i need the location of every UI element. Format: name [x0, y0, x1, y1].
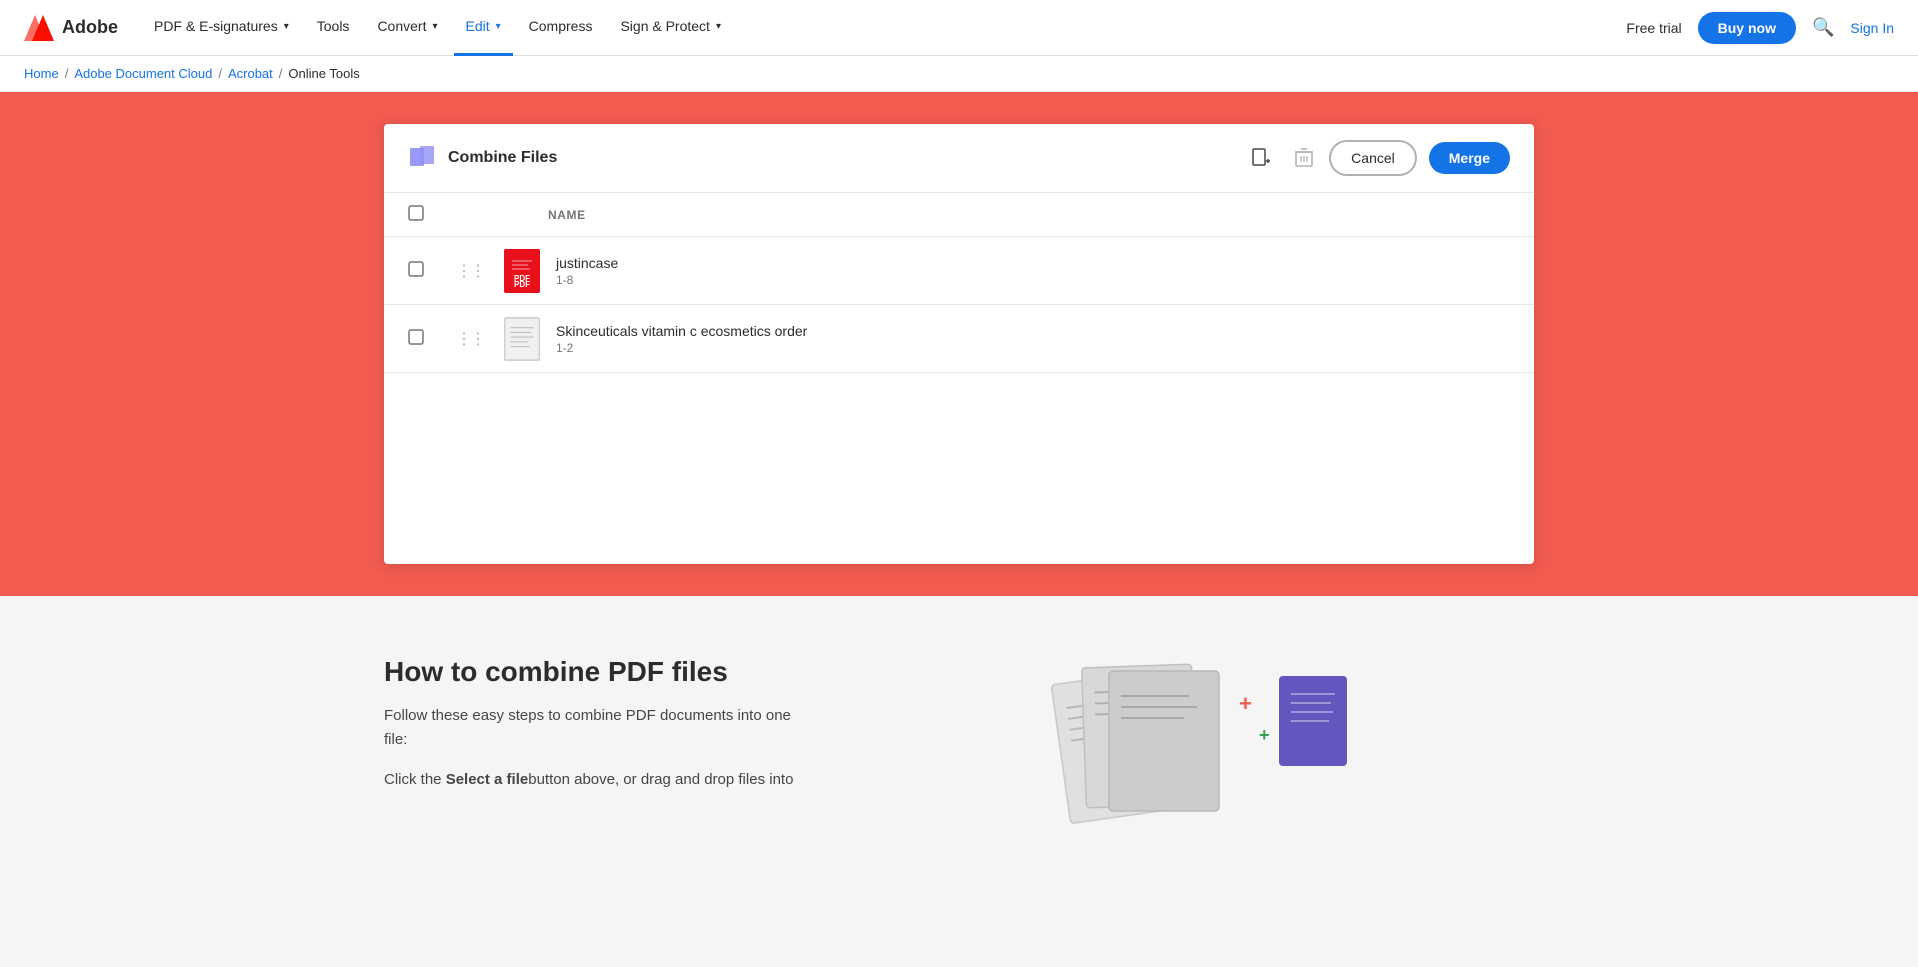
pdf-thumbnail-svg: PDF: [504, 249, 540, 293]
svg-text:PDF: PDF: [514, 274, 530, 283]
delete-button[interactable]: [1291, 144, 1317, 172]
hero-section: Combine Files: [0, 92, 1918, 596]
generic-thumbnail-svg: [505, 317, 539, 361]
file-checkbox-1[interactable]: [408, 261, 440, 280]
file-thumbnail-1: PDF: [504, 249, 540, 293]
file-thumbnail-2: [504, 317, 540, 361]
adobe-wordmark: Adobe: [62, 17, 118, 38]
chevron-icon: ▾: [716, 21, 721, 32]
panel-title: Combine Files: [448, 149, 1235, 167]
breadcrumb-sep-3: /: [279, 66, 283, 81]
drag-handle-icon[interactable]: ⋮⋮: [456, 329, 484, 349]
cancel-button[interactable]: Cancel: [1329, 140, 1417, 176]
file-list-header: NAME: [384, 193, 1534, 237]
breadcrumb-adobe-doc-cloud[interactable]: Adobe Document Cloud: [74, 66, 212, 81]
chevron-icon: ▾: [284, 21, 289, 32]
nav-items: PDF & E-signatures ▾ Tools Convert ▾ Edi…: [142, 0, 1626, 56]
checkbox-icon: [408, 205, 424, 221]
trash-icon: [1295, 148, 1313, 168]
panel-actions-right: Cancel Merge: [1329, 140, 1510, 176]
chevron-icon: ▾: [432, 21, 437, 32]
file-pages-2: 1-2: [556, 341, 1510, 355]
how-to-section: How to combine PDF files Follow these ea…: [384, 656, 1534, 836]
table-row: ⋮⋮ Skinceuticals vitamin c ecosmetics or…: [384, 305, 1534, 373]
nav-item-tools[interactable]: Tools: [305, 0, 362, 56]
nav-item-sign-protect[interactable]: Sign & Protect ▾: [608, 0, 733, 56]
nav-item-convert[interactable]: Convert ▾: [365, 0, 449, 56]
breadcrumb-acrobat[interactable]: Acrobat: [228, 66, 273, 81]
lower-section: How to combine PDF files Follow these ea…: [0, 596, 1918, 876]
breadcrumb-current: Online Tools: [288, 66, 359, 81]
panel-header-actions: [1247, 144, 1317, 172]
how-to-text: How to combine PDF files Follow these ea…: [384, 656, 804, 792]
panel-header: Combine Files: [384, 124, 1534, 193]
how-to-step1: Click the Select a filebutton above, or …: [384, 768, 804, 792]
file-info-1: justincase 1-8: [556, 255, 1510, 287]
adobe-logo[interactable]: Adobe: [24, 15, 118, 41]
nav-item-compress[interactable]: Compress: [517, 0, 605, 56]
adobe-logo-icon: [24, 15, 54, 41]
file-info-2: Skinceuticals vitamin c ecosmetics order…: [556, 323, 1510, 355]
combine-files-icon: [408, 144, 436, 172]
search-icon[interactable]: 🔍: [1812, 17, 1834, 38]
free-trial-link[interactable]: Free trial: [1626, 20, 1681, 36]
checkbox-icon: [408, 261, 424, 277]
file-list: ⋮⋮ PDF justincase 1-8: [384, 237, 1534, 564]
table-row: ⋮⋮ PDF justincase 1-8: [384, 237, 1534, 305]
buy-now-button[interactable]: Buy now: [1698, 12, 1796, 44]
breadcrumb-home[interactable]: Home: [24, 66, 59, 81]
svg-text:+: +: [1259, 725, 1270, 745]
svg-text:+: +: [1239, 691, 1252, 716]
combine-panel: Combine Files: [384, 124, 1534, 564]
drag-handle-icon[interactable]: ⋮⋮: [456, 261, 484, 281]
how-to-graphic: + +: [864, 656, 1534, 836]
chevron-icon: ▾: [496, 21, 501, 32]
checkbox-icon: [408, 329, 424, 345]
file-name-1: justincase: [556, 255, 1510, 271]
combine-graphic: + +: [1039, 656, 1359, 836]
breadcrumb-sep-2: /: [218, 66, 222, 81]
file-checkbox-2[interactable]: [408, 329, 440, 348]
merge-button[interactable]: Merge: [1429, 142, 1510, 174]
nav-right: Free trial Buy now 🔍 Sign In: [1626, 12, 1894, 44]
select-all-checkbox[interactable]: [408, 205, 440, 224]
add-file-icon: [1251, 148, 1271, 168]
column-name-header: NAME: [548, 208, 586, 222]
sign-in-link[interactable]: Sign In: [1850, 20, 1894, 36]
breadcrumb: Home / Adobe Document Cloud / Acrobat / …: [0, 56, 1918, 92]
navbar: Adobe PDF & E-signatures ▾ Tools Convert…: [0, 0, 1918, 56]
add-file-button[interactable]: [1247, 144, 1275, 172]
nav-item-pdf-esig[interactable]: PDF & E-signatures ▾: [142, 0, 301, 56]
file-name-2: Skinceuticals vitamin c ecosmetics order: [556, 323, 1510, 339]
how-to-title: How to combine PDF files: [384, 656, 804, 688]
breadcrumb-sep-1: /: [65, 66, 69, 81]
nav-item-edit[interactable]: Edit ▾: [454, 0, 513, 56]
file-pages-1: 1-8: [556, 273, 1510, 287]
how-to-description: Follow these easy steps to combine PDF d…: [384, 704, 804, 752]
